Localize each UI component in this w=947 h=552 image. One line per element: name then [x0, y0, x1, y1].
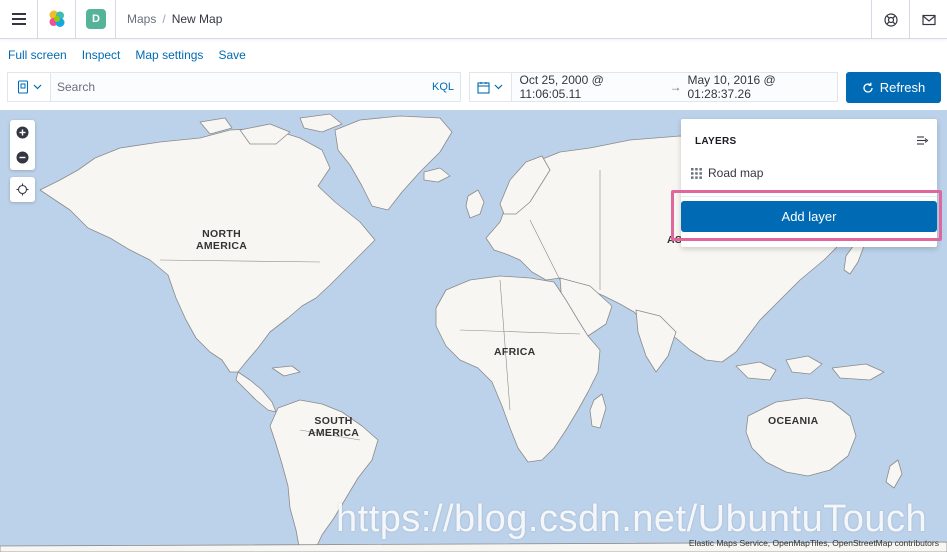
elastic-logo[interactable] — [38, 0, 76, 39]
map-canvas[interactable]: NORTH AMERICA SOUTH AMERICA AFRICA ASIA … — [0, 110, 947, 552]
chevron-down-icon — [33, 84, 41, 90]
breadcrumb-maps[interactable]: Maps — [127, 12, 156, 26]
map-label-africa: AFRICA — [494, 346, 536, 358]
breadcrumb: Maps / New Map — [127, 12, 222, 26]
breadcrumb-separator: / — [162, 12, 166, 26]
refresh-icon — [863, 82, 873, 93]
saved-query-button[interactable] — [8, 73, 51, 101]
chevron-down-icon — [494, 84, 503, 90]
add-layer-button[interactable]: Add layer — [681, 201, 937, 232]
zoom-controls — [10, 120, 35, 170]
collapse-layers-button[interactable] — [916, 133, 929, 151]
zoom-in-button[interactable] — [10, 120, 35, 145]
calendar-icon — [477, 81, 490, 94]
help-icon — [883, 12, 898, 27]
header-divider — [115, 0, 116, 39]
map-label-north-america: NORTH AMERICA — [196, 228, 248, 252]
collapse-icon — [917, 136, 929, 145]
menu-icon — [11, 13, 26, 25]
saved-query-icon — [17, 80, 28, 94]
elastic-logo-icon — [49, 10, 64, 27]
save-link[interactable]: Save — [218, 48, 245, 62]
map-settings-link[interactable]: Map settings — [135, 48, 203, 62]
layers-panel-title: LAYERS — [695, 136, 737, 147]
map-label-south-america: SOUTH AMERICA — [308, 415, 360, 439]
layer-item-road-map[interactable]: Road map — [691, 166, 763, 180]
full-screen-link[interactable]: Full screen — [8, 48, 67, 62]
date-arrow-icon: → — [669, 80, 682, 94]
map-label-oceania: OCEANIA — [768, 415, 819, 427]
end-date[interactable]: May 10, 2016 @ 01:28:37.26 — [687, 73, 837, 101]
minus-circle-icon — [16, 151, 29, 164]
help-button[interactable] — [871, 0, 909, 39]
date-picker: Oct 25, 2000 @ 11:06:05.11 → May 10, 201… — [469, 72, 838, 102]
watermark: https://blog.csdn.net/UbuntuTouch — [336, 498, 928, 540]
menu-button[interactable] — [0, 0, 38, 39]
crosshair-icon — [16, 183, 29, 196]
grid-icon — [691, 167, 702, 179]
quick-date-button[interactable] — [470, 73, 512, 101]
layer-name: Road map — [708, 166, 764, 180]
search-input[interactable] — [51, 73, 432, 101]
refresh-button[interactable]: Refresh — [846, 72, 941, 103]
query-language-switcher[interactable]: KQL — [432, 81, 454, 93]
mail-icon — [921, 14, 936, 25]
start-date[interactable]: Oct 25, 2000 @ 11:06:05.11 — [520, 73, 664, 101]
space-avatar[interactable]: D — [86, 9, 106, 29]
query-bar: KQL — [7, 72, 461, 102]
refresh-label: Refresh — [879, 80, 926, 95]
inspect-link[interactable]: Inspect — [82, 48, 121, 62]
plus-circle-icon — [16, 126, 29, 139]
newsfeed-button[interactable] — [909, 0, 947, 39]
top-nav-menu: Full screen Inspect Map settings Save — [8, 48, 246, 62]
set-view-button[interactable] — [10, 177, 35, 202]
zoom-out-button[interactable] — [10, 145, 35, 170]
breadcrumb-current: New Map — [171, 12, 223, 26]
app-header: D Maps / New Map — [0, 0, 947, 39]
